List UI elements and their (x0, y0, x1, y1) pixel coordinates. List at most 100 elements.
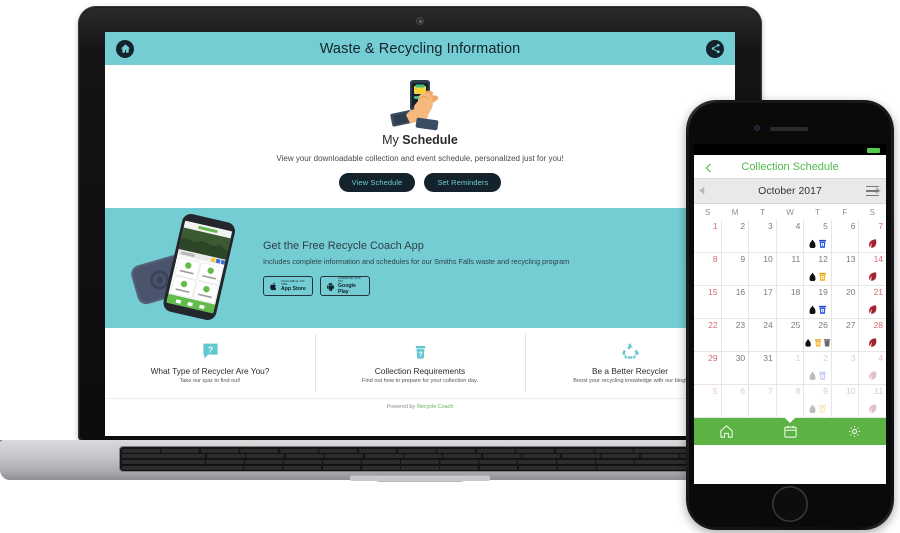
share-button[interactable] (706, 39, 724, 58)
card-subtitle: Take our quiz to find out! (179, 378, 241, 384)
calendar-day-cell[interactable]: 6 (721, 385, 750, 418)
question-trash-bin-icon: ? (315, 339, 525, 363)
hamburger-menu-icon[interactable] (866, 186, 879, 197)
calendar-day-cell[interactable]: 2 (721, 220, 750, 253)
hero-title-bold: Schedule (402, 133, 458, 147)
calendar-day-cell[interactable]: 7 (859, 220, 886, 253)
page-footer: Powered by Recycle Coach (105, 398, 735, 414)
calendar-day-cell[interactable]: 13 (831, 253, 860, 286)
app-store-badge[interactable]: AVAILABLE ON THE App Store (263, 276, 313, 296)
back-button[interactable] (703, 161, 715, 173)
calendar-day-cell[interactable]: 15 (694, 286, 722, 319)
set-reminders-button[interactable]: Set Reminders (424, 173, 502, 192)
weekday-label: T (760, 207, 765, 217)
calendar-day-number: 30 (735, 353, 746, 363)
calendar-day-cell[interactable]: 19 (804, 286, 832, 319)
view-schedule-button[interactable]: View Schedule (338, 173, 416, 192)
calendar-day-number: 23 (735, 320, 746, 330)
google-play-badge[interactable]: ANDROID APP ON Google Play (320, 276, 370, 296)
calendar-day-number: 16 (735, 287, 746, 297)
calendar-day-number: 5 (712, 386, 718, 396)
calendar-day-number: 7 (878, 221, 884, 231)
calendar-day-number: 3 (768, 221, 773, 231)
phone-device: Collection Schedule October 2017 S M T W… (686, 100, 894, 530)
calendar-day-cell[interactable]: 11 (776, 253, 805, 286)
triangle-left-icon (699, 186, 705, 195)
calendar-day-cell[interactable]: 5 (804, 220, 832, 253)
calendar-day-cell[interactable]: 1 (694, 220, 722, 253)
tab-settings[interactable] (822, 424, 886, 439)
calendar-day-cell[interactable]: 25 (776, 319, 805, 352)
calendar-day-number: 6 (850, 221, 856, 231)
calendar-day-cell[interactable]: 16 (721, 286, 750, 319)
leaf-icon (869, 371, 877, 380)
calendar-day-cell[interactable]: 17 (749, 286, 777, 319)
calendar-day-cell[interactable]: 29 (694, 352, 722, 385)
calendar-day-cell[interactable]: 4 (859, 352, 886, 385)
calendar-day-cell[interactable]: 12 (804, 253, 832, 286)
card-collection-requirements[interactable]: ? Collection Requirements Find out how t… (315, 328, 525, 398)
blue-bin-icon (819, 371, 827, 380)
weekday-label: F (842, 207, 848, 217)
screenshot-stage: Waste & Recycling Information My Schedul… (0, 0, 900, 533)
google-play-badge-text: ANDROID APP ON Google Play (338, 277, 364, 295)
calendar-month-label: October 2017 (758, 185, 822, 197)
calendar-day-cell[interactable]: 9 (804, 385, 832, 418)
calendar-day-number: 21 (873, 287, 884, 297)
calendar-day-cell[interactable]: 10 (831, 385, 860, 418)
calendar-prev-month-button[interactable] (694, 182, 710, 200)
calendar-day-cell[interactable]: 6 (831, 220, 860, 253)
calendar-day-cell[interactable]: 26 (804, 319, 832, 352)
calendar-day-cell[interactable]: 31 (749, 352, 777, 385)
calendar-day-cell[interactable]: 8 (776, 385, 805, 418)
calendar-day-cell[interactable]: 4 (776, 220, 805, 253)
calendar-day-cell[interactable]: 9 (721, 253, 750, 286)
laptop-device: Waste & Recycling Information My Schedul… (0, 6, 840, 482)
calendar-day-cell[interactable]: 27 (831, 319, 860, 352)
calendar-day-icons (859, 337, 886, 348)
phone-tab-bar (694, 417, 886, 445)
card-title: What Type of Recycler Are You? (150, 366, 270, 376)
phone-home-button[interactable] (772, 486, 808, 522)
footer-brand[interactable]: Recycle Coach (417, 404, 453, 410)
calendar-day-icons (859, 403, 886, 414)
calendar-day-cell[interactable]: 18 (776, 286, 805, 319)
gear-icon (848, 426, 860, 437)
calendar-day-cell[interactable]: 3 (831, 352, 860, 385)
leaf-icon (869, 272, 877, 281)
calendar-day-cell[interactable]: 8 (694, 253, 722, 286)
chevron-left-icon (705, 163, 711, 172)
page-title: Waste & Recycling Information (319, 40, 521, 57)
card-recycler-quiz[interactable]: ? What Type of Recycler Are You? Take ou… (105, 328, 315, 398)
active-tab-caret (784, 417, 796, 423)
blue-bin-icon (819, 239, 827, 248)
calendar-day-cell[interactable]: 14 (859, 253, 886, 286)
calendar-day-cell[interactable]: 20 (831, 286, 860, 319)
calendar-day-cell[interactable]: 22 (694, 319, 722, 352)
grey-bin-icon (823, 339, 830, 347)
calendar-day-cell[interactable]: 11 (859, 385, 886, 418)
calendar-day-cell[interactable]: 30 (721, 352, 750, 385)
calendar-day-cell[interactable]: 23 (721, 319, 750, 352)
calendar-day-cell[interactable]: 24 (749, 319, 777, 352)
home-icon (120, 44, 130, 53)
phone-front-camera-icon (754, 125, 760, 131)
tab-home[interactable] (694, 424, 758, 439)
calendar-day-cell[interactable]: 3 (749, 220, 777, 253)
calendar-day-cell[interactable]: 28 (859, 319, 886, 352)
weekday-label: T (814, 207, 820, 217)
calendar-day-cell[interactable]: 7 (749, 385, 777, 418)
question-speech-bubble-icon: ? (105, 339, 315, 363)
calendar-day-cell[interactable]: 2 (804, 352, 832, 385)
home-button[interactable] (116, 39, 134, 58)
tab-calendar[interactable] (758, 417, 822, 439)
calendar-week-row: 15 16 17 18 19 20 21 (694, 286, 886, 319)
calendar-day-cell[interactable]: 1 (776, 352, 805, 385)
calendar-day-number: 25 (790, 320, 801, 330)
calendar-day-cell[interactable]: 5 (694, 385, 722, 418)
hero-title: My Schedule (105, 133, 735, 147)
calendar-day-cell[interactable]: 21 (859, 286, 886, 319)
calendar-day-number: 7 (768, 386, 773, 396)
calendar-day-cell[interactable]: 10 (749, 253, 777, 286)
garbage-bag-icon (809, 239, 816, 248)
